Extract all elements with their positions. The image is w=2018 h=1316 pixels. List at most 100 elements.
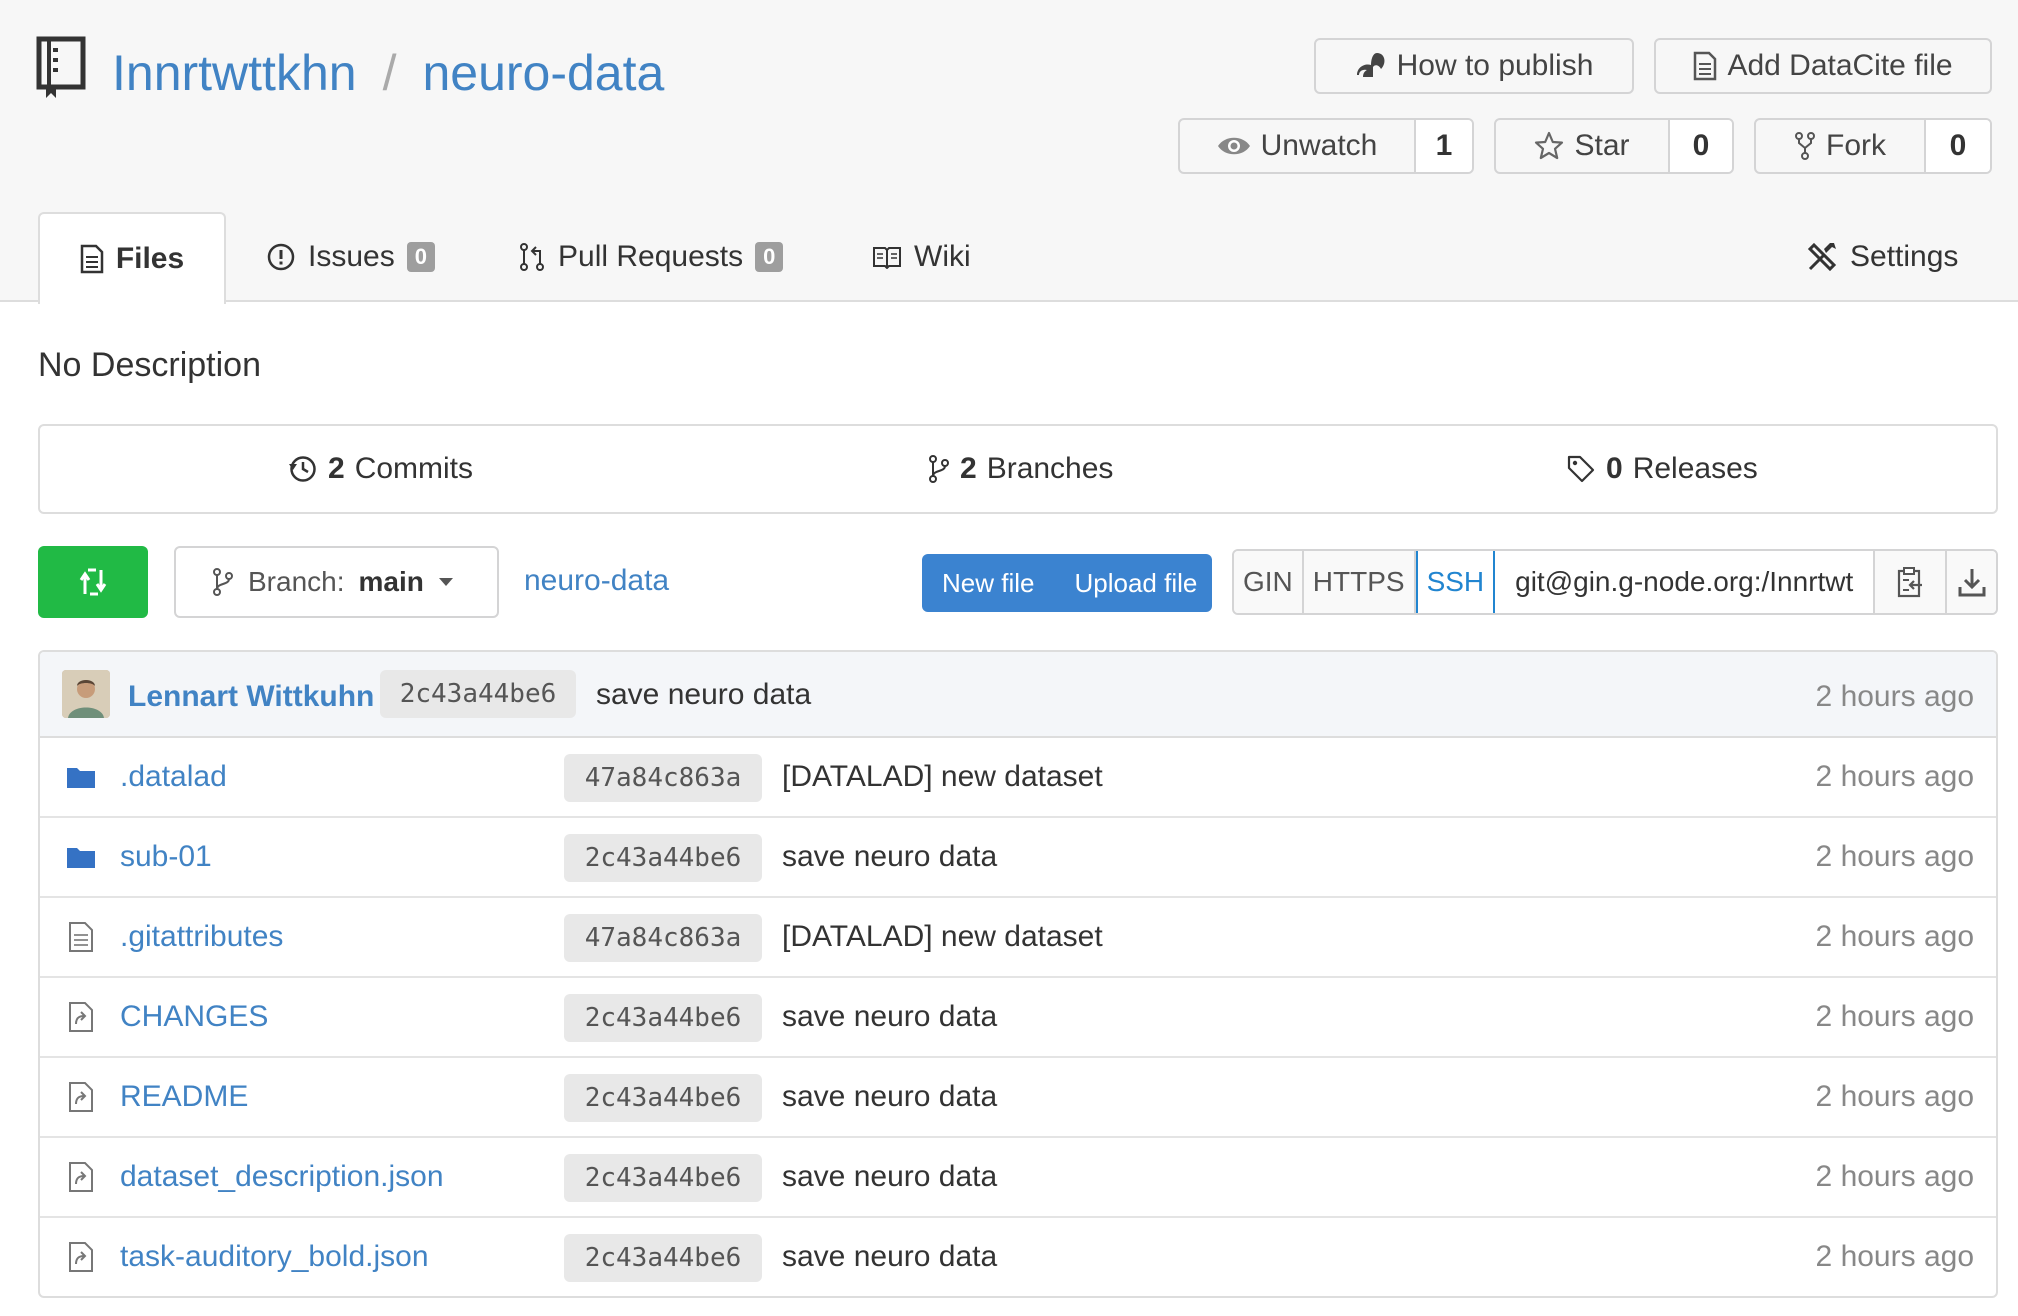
tab-wiki[interactable]: Wiki — [872, 212, 971, 302]
file-actions-group: New file Upload file — [922, 554, 1212, 612]
commit-time: 2 hours ago — [1815, 920, 1974, 953]
repo-owner-link[interactable]: Innrtwttkhn — [112, 45, 357, 101]
add-datacite-button[interactable]: Add DataCite file — [1654, 38, 1992, 94]
file-name-link[interactable]: README — [120, 1080, 248, 1114]
file-name-link[interactable]: CHANGES — [120, 1000, 268, 1034]
unwatch-control: Unwatch 1 — [1178, 118, 1474, 174]
commit-sha-button[interactable]: 2c43a44be6 — [564, 1234, 762, 1282]
file-symlink-icon — [69, 1162, 93, 1192]
table-row: .gitattributes 47a84c863a [DATALAD] new … — [40, 898, 1996, 978]
upload-file-button[interactable]: Upload file — [1054, 568, 1217, 599]
file-name-link[interactable]: .datalad — [120, 760, 227, 794]
file-text-icon — [1694, 51, 1717, 81]
branch-dropdown[interactable]: Branch: main — [174, 546, 499, 618]
star-icon — [1535, 131, 1564, 160]
commit-message[interactable]: save neuro data — [782, 840, 997, 874]
commit-message[interactable]: save neuro data — [782, 1160, 997, 1194]
commit-sha-button[interactable]: 2c43a44be6 — [564, 1074, 762, 1122]
repo-title: Innrtwttkhn / neuro-data — [112, 44, 664, 102]
how-to-publish-label: How to publish — [1396, 49, 1594, 82]
squirrel-icon — [1356, 53, 1385, 77]
tab-wiki-label: Wiki — [914, 240, 971, 273]
repo-name-link[interactable]: neuro-data — [422, 45, 664, 101]
tab-pull-requests[interactable]: Pull Requests 0 — [518, 212, 784, 302]
commit-time: 2 hours ago — [1815, 1000, 1974, 1033]
file-symlink-icon — [69, 1242, 93, 1272]
commits-label: Commits — [354, 452, 474, 485]
star-button[interactable]: Star — [1496, 120, 1670, 172]
clone-protocol-ssh[interactable]: SSH — [1415, 551, 1496, 613]
repo-header: Innrtwttkhn / neuro-data How to publish Ad… — [0, 0, 2018, 304]
tab-files[interactable]: Files — [38, 212, 226, 304]
copy-url-button[interactable] — [1875, 551, 1948, 613]
commit-time: 2 hours ago — [1815, 1080, 1974, 1113]
history-icon — [289, 456, 316, 482]
fork-button[interactable]: Fork — [1756, 120, 1926, 172]
commit-sha-button[interactable]: 47a84c863a — [564, 914, 762, 962]
commit-message[interactable]: save neuro data — [782, 1080, 997, 1114]
download-button[interactable] — [1947, 551, 1996, 613]
table-row: .datalad 47a84c863a [DATALAD] new datase… — [40, 738, 1996, 818]
fork-icon — [1795, 132, 1815, 160]
repo-title-separator: / — [382, 45, 397, 101]
clone-protocol-gin[interactable]: GIN — [1234, 551, 1304, 613]
unwatch-label: Unwatch — [1260, 129, 1378, 162]
clone-protocol-https[interactable]: HTTPS — [1303, 551, 1416, 613]
commit-time: 2 hours ago — [1815, 1160, 1974, 1193]
commit-message[interactable]: save neuro data — [782, 1240, 997, 1274]
tools-icon — [1807, 242, 1837, 272]
commit-sha-button[interactable]: 47a84c863a — [564, 754, 762, 802]
file-name-link[interactable]: sub-01 — [120, 840, 212, 874]
releases-count: 0 — [1606, 452, 1623, 485]
commit-message[interactable]: save neuro data — [596, 678, 811, 712]
commit-author-link[interactable]: Lennart Wittkuhn — [128, 680, 374, 714]
commits-count: 2 — [328, 452, 345, 485]
caret-down-icon — [438, 578, 453, 586]
git-pull-request-icon — [520, 243, 544, 271]
avatar[interactable] — [62, 670, 110, 718]
commit-sha-button[interactable]: 2c43a44be6 — [564, 1154, 762, 1202]
unwatch-button[interactable]: Unwatch — [1180, 120, 1416, 172]
forks-count[interactable]: 0 — [1926, 120, 1990, 172]
star-label: Star — [1574, 129, 1630, 162]
commit-message[interactable]: save neuro data — [782, 1000, 997, 1034]
releases-stat[interactable]: 0 Releases — [1566, 426, 1758, 512]
clone-panel: GIN HTTPS SSH git@gin.g-node.org:/Innrtw… — [1232, 549, 1998, 615]
fork-label: Fork — [1826, 129, 1886, 162]
commit-sha-button[interactable]: 2c43a44be6 — [564, 994, 762, 1042]
commit-time: 2 hours ago — [1815, 1240, 1974, 1273]
commit-sha-button[interactable]: 2c43a44be6 — [380, 670, 576, 718]
table-row: README 2c43a44be6 save neuro data 2 hour… — [40, 1058, 1996, 1138]
table-row: CHANGES 2c43a44be6 save neuro data 2 hou… — [40, 978, 1996, 1058]
breadcrumb-repo-link[interactable]: neuro-data — [524, 564, 669, 598]
pulls-count-badge: 0 — [755, 242, 784, 272]
new-file-button[interactable]: New file — [922, 568, 1054, 599]
tag-icon — [1567, 455, 1595, 483]
tab-settings[interactable]: Settings — [1806, 212, 1958, 302]
repo-book-icon — [36, 36, 86, 98]
latest-commit-bar: Lennart Wittkuhn 2c43a44be6 save neuro d… — [40, 652, 1996, 738]
commit-message[interactable]: [DATALAD] new dataset — [782, 920, 1103, 954]
file-name-link[interactable]: dataset_description.json — [120, 1160, 444, 1194]
file-name-link[interactable]: .gitattributes — [120, 920, 283, 954]
watchers-count[interactable]: 1 — [1416, 120, 1472, 172]
git-branch-icon — [213, 568, 233, 596]
fork-control: Fork 0 — [1754, 118, 1992, 174]
issue-opened-icon — [267, 243, 295, 271]
compare-button[interactable] — [38, 546, 148, 618]
file-name-link[interactable]: task-auditory_bold.json — [120, 1240, 429, 1274]
avatar-image — [62, 670, 110, 718]
star-control: Star 0 — [1494, 118, 1734, 174]
folder-icon — [67, 848, 95, 868]
commits-stat[interactable]: 2 Commits — [288, 426, 473, 512]
stars-count[interactable]: 0 — [1670, 120, 1732, 172]
clone-url-input[interactable]: git@gin.g-node.org:/Innrtwt — [1495, 551, 1876, 613]
branches-stat[interactable]: 2 Branches — [928, 426, 1113, 512]
commit-sha-button[interactable]: 2c43a44be6 — [564, 834, 762, 882]
commit-message[interactable]: [DATALAD] new dataset — [782, 760, 1103, 794]
compare-icon — [79, 568, 107, 596]
tab-issues[interactable]: Issues 0 — [266, 212, 435, 302]
branches-count: 2 — [960, 452, 977, 485]
how-to-publish-button[interactable]: How to publish — [1314, 38, 1634, 94]
file-table: Lennart Wittkuhn 2c43a44be6 save neuro d… — [38, 650, 1998, 1298]
